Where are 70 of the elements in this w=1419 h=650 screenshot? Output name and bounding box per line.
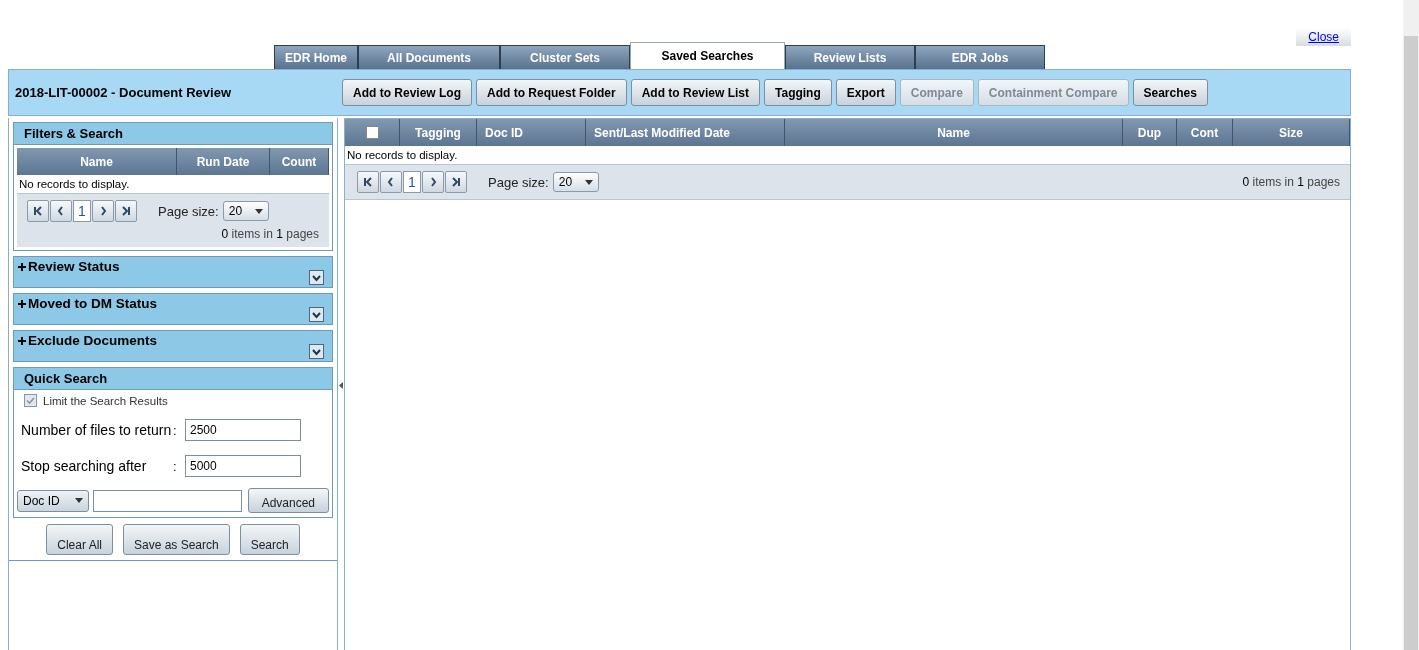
page-number[interactable]: 1 — [73, 200, 91, 222]
close-link[interactable]: Close — [1296, 28, 1351, 46]
column-header[interactable]: Tagging — [400, 119, 477, 146]
toolbar-button[interactable]: Add to Review List — [630, 79, 760, 106]
pager-summary: 0 items in 1 pages — [1242, 175, 1340, 189]
expand-icon — [309, 307, 324, 322]
input-field[interactable]: 5000 — [185, 455, 301, 477]
column-header[interactable]: Count — [270, 148, 329, 175]
colon-separator: : — [173, 458, 178, 474]
column-header[interactable]: Sent/Last Modified Date — [586, 119, 785, 146]
tab[interactable]: Cluster Sets — [500, 45, 630, 69]
action-button[interactable]: Clear All — [46, 524, 113, 555]
dropdown-arrow-icon — [254, 208, 263, 214]
toolbar-button[interactable]: Tagging — [764, 79, 832, 106]
panel-header: Quick Search — [13, 367, 333, 390]
column-header[interactable]: Run Date — [177, 148, 270, 175]
first-page-icon[interactable] — [27, 200, 49, 222]
column-header[interactable]: Doc ID — [477, 119, 586, 146]
column-header[interactable]: Cont — [1177, 119, 1233, 146]
scrollbar-thumb[interactable] — [1404, 36, 1418, 650]
page-size-select[interactable]: 20 — [222, 201, 269, 221]
previous-page-icon[interactable] — [50, 200, 72, 222]
expand-icon — [309, 270, 324, 285]
page-size-label: Page size: — [488, 174, 549, 190]
column-header[interactable]: Name — [17, 148, 177, 175]
pager-summary: 0 items in 1 pages — [221, 227, 319, 241]
tab[interactable]: Review Lists — [785, 45, 915, 69]
toolbar-button[interactable]: Add to Request Folder — [476, 79, 627, 106]
toolbar-button[interactable]: Add to Review Log — [342, 79, 472, 106]
column-header[interactable]: Size — [1233, 119, 1350, 146]
field-label: Number of files to return — [21, 421, 173, 440]
toolbar-button[interactable]: Searches — [1132, 79, 1208, 106]
field-dropdown[interactable]: Doc ID — [17, 489, 90, 512]
first-page-icon[interactable] — [357, 171, 379, 193]
page-size-select[interactable]: 20 — [552, 172, 599, 192]
page-title: 2018-LIT-00002 - Document Review — [14, 85, 233, 100]
column-header[interactable]: Name — [785, 119, 1123, 146]
dropdown-arrow-icon — [584, 179, 593, 185]
page-number[interactable]: 1 — [403, 171, 421, 193]
action-button[interactable]: Save as Search — [122, 524, 230, 555]
panel-header: Filters & Search — [13, 122, 333, 145]
expand-icon — [309, 344, 324, 359]
tab[interactable]: All Documents — [358, 45, 500, 69]
plus-icon — [18, 299, 26, 308]
search-field[interactable] — [93, 489, 242, 512]
column-header[interactable]: Dup — [1123, 119, 1177, 146]
collapsible-section-header[interactable]: Moved to DM Status — [13, 293, 333, 325]
tab[interactable]: EDR Home — [274, 45, 358, 69]
field-label: Stop searching after — [21, 457, 148, 476]
next-page-icon[interactable] — [422, 171, 444, 193]
tab[interactable]: Saved Searches — [630, 42, 785, 69]
checkbox-label: Limit the Search Results — [43, 394, 168, 407]
toolbar-button[interactable]: Export — [835, 79, 896, 106]
tab[interactable]: EDR Jobs — [915, 45, 1045, 69]
collapsible-section-header[interactable]: Exclude Documents — [13, 330, 333, 362]
colon-separator: : — [173, 422, 178, 438]
next-page-icon[interactable] — [92, 200, 114, 222]
advanced-button[interactable]: Advanced — [247, 488, 329, 513]
input-field[interactable]: 2500 — [185, 419, 301, 441]
last-page-icon[interactable] — [445, 171, 467, 193]
splitter-handle-icon — [339, 382, 343, 389]
plus-icon — [18, 336, 26, 345]
last-page-icon[interactable] — [115, 200, 137, 222]
select-all-checkbox[interactable] — [365, 126, 379, 139]
collapsible-section-header[interactable]: Review Status — [13, 256, 333, 288]
action-button[interactable]: Search — [239, 524, 300, 555]
previous-page-icon[interactable] — [380, 171, 402, 193]
page-size-label: Page size: — [158, 203, 219, 219]
plus-icon — [18, 262, 26, 271]
dropdown-arrow-icon — [75, 498, 84, 503]
